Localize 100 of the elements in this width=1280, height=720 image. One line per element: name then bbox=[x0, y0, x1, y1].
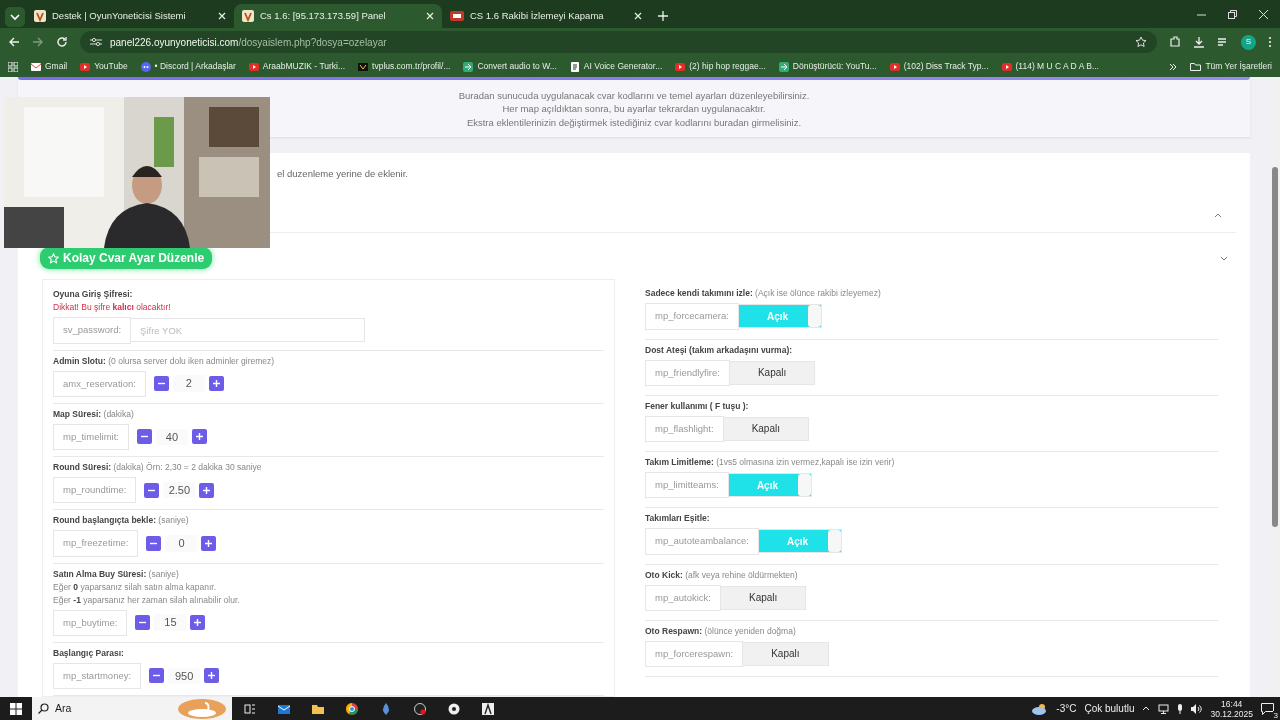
game-icon[interactable] bbox=[482, 702, 494, 715]
address-bar[interactable]: panel226.oyunyoneticisi.com/dosyaislem.php?dosya=ozelayar bbox=[80, 31, 1157, 53]
scrollbar-thumb[interactable] bbox=[1272, 167, 1278, 527]
cvar-label: amx_reservation: bbox=[53, 370, 146, 397]
minus-button[interactable] bbox=[135, 615, 151, 631]
plus-icon bbox=[203, 486, 211, 494]
info-text: Ekstra eklentilerinizin değiştirmek istediğiniz cvar kodlarını buradan girmelisiniz. bbox=[465, 115, 803, 129]
cvar-label: mp_roundtime: bbox=[53, 477, 137, 504]
forward-icon[interactable] bbox=[32, 36, 44, 48]
bookmark[interactable]: Gmail bbox=[31, 60, 68, 73]
apps-icon[interactable] bbox=[8, 61, 18, 72]
number-field[interactable]: 40 bbox=[155, 428, 188, 446]
number-field[interactable]: 15 bbox=[154, 614, 187, 631]
droplet-icon[interactable] bbox=[380, 702, 392, 715]
restore-icon[interactable] bbox=[1228, 9, 1237, 19]
setting-label: Admin Slotu: (0 olursa server dolu iken adminler giremez) bbox=[53, 354, 276, 368]
temperature-text: -3°C bbox=[1056, 702, 1077, 716]
browser-icon[interactable] bbox=[346, 702, 358, 715]
plus-button[interactable] bbox=[201, 535, 217, 551]
bookmark[interactable]: (102) Diss Track Typ... bbox=[889, 60, 989, 73]
toggle-switch[interactable]: Kapalı bbox=[743, 641, 829, 666]
new-tab-icon[interactable] bbox=[658, 11, 668, 21]
task-view-icon[interactable] bbox=[244, 702, 256, 715]
bookmark[interactable]: AraabMUZIK - Turki... bbox=[248, 60, 346, 73]
minus-button[interactable] bbox=[146, 535, 162, 551]
document-icon bbox=[569, 61, 580, 72]
minus-button[interactable] bbox=[136, 429, 152, 445]
bookmark[interactable]: tvplus.com.tr/profil/... bbox=[358, 60, 451, 73]
browser-tab[interactable]: Cs 1.6: [95.173.173.59] Panel bbox=[234, 4, 442, 28]
play-icon bbox=[675, 61, 686, 72]
browser-tab[interactable]: CS 1.6 Rakibi İzlemeyi Kapama bbox=[442, 4, 650, 28]
extensions-icon[interactable] bbox=[1169, 36, 1181, 48]
number-field[interactable]: 2.50 bbox=[163, 481, 196, 499]
network-icon[interactable] bbox=[1158, 703, 1170, 714]
volume-icon[interactable] bbox=[1191, 703, 1203, 714]
bookmark[interactable]: (114) M U C A D A B... bbox=[1001, 60, 1099, 73]
bookmark[interactable]: YouTube bbox=[80, 60, 128, 73]
help-text: Eğer 0 yaparsanız silah satın alma kapanır. bbox=[53, 580, 218, 594]
bookmark-folder[interactable]: Tüm Yer İşaretleri bbox=[1190, 60, 1272, 73]
number-field[interactable]: 950 bbox=[168, 667, 201, 685]
cvar-label: mp_limitteams: bbox=[645, 472, 729, 499]
star-icon[interactable] bbox=[1135, 36, 1147, 48]
note-text: el duzenleme yerine de eklenir. bbox=[277, 168, 408, 179]
minus-button[interactable] bbox=[153, 376, 169, 392]
toggle-switch[interactable]: Kapalı bbox=[729, 360, 816, 385]
media-icon[interactable] bbox=[1217, 36, 1229, 48]
setting-label: Round Süresi: (dakika) Örn: 2,30 = 2 dakika 30 saniye bbox=[53, 461, 263, 474]
mail-icon[interactable] bbox=[278, 702, 290, 715]
dropdown-icon[interactable] bbox=[4, 6, 26, 28]
bookmark[interactable]: Convert audio to W... bbox=[463, 60, 557, 73]
menu-icon[interactable] bbox=[1268, 36, 1272, 48]
info-text: Buradan sunucuda uygulanacak cvar kodlarını ve temel ayarları düzenleyebilirsiniz. bbox=[457, 88, 811, 102]
bookmark[interactable]: (2) hip hop reggae... bbox=[675, 60, 766, 73]
browser-tab[interactable]: Destek | OyunYoneticisi Sistemi bbox=[26, 4, 234, 28]
bookmark[interactable]: AI Voice Generator... bbox=[569, 60, 663, 73]
minus-button[interactable] bbox=[144, 482, 160, 498]
microphone-icon[interactable] bbox=[1177, 703, 1184, 714]
plus-icon bbox=[205, 539, 213, 547]
disc-icon[interactable] bbox=[448, 702, 460, 715]
download-icon[interactable] bbox=[1193, 36, 1205, 48]
play-icon bbox=[889, 61, 900, 72]
number-field[interactable]: 2 bbox=[172, 375, 205, 392]
arrow-icon bbox=[778, 61, 789, 72]
cvar-label: sv_password: bbox=[53, 317, 132, 344]
chevron-icon[interactable] bbox=[1169, 62, 1178, 71]
plus-icon bbox=[194, 619, 202, 627]
setting-label: Sadece kendi takımını izle: (Açık ise ölünce rakibi izleyemez) bbox=[645, 287, 882, 301]
tv-icon bbox=[358, 61, 369, 72]
windows-logo-icon[interactable] bbox=[10, 702, 22, 715]
record-icon[interactable] bbox=[414, 702, 426, 715]
clock[interactable]: 16:44 30.12.2025 bbox=[1210, 698, 1253, 719]
plus-button[interactable] bbox=[191, 429, 207, 445]
cvar-label: mp_forcecamera: bbox=[645, 303, 739, 330]
bookmark[interactable]: • Discord | Arkadaşlar bbox=[140, 60, 236, 73]
plus-button[interactable] bbox=[199, 482, 215, 498]
close-icon[interactable] bbox=[218, 12, 226, 20]
toggle-switch[interactable]: Kapalı bbox=[721, 585, 807, 610]
cvar-label: mp_timelimit: bbox=[53, 423, 129, 450]
close-icon[interactable] bbox=[1259, 9, 1268, 19]
plus-button[interactable] bbox=[204, 668, 220, 684]
help-text: Eğer -1 yaparsanız her zaman silah alınabilir olur. bbox=[53, 593, 241, 607]
close-icon[interactable] bbox=[426, 12, 434, 20]
setting-label: Map Süresi: (dakika) bbox=[53, 407, 135, 421]
plus-button[interactable] bbox=[208, 376, 224, 392]
plus-icon bbox=[195, 433, 203, 441]
search-field[interactable]: Ara bbox=[32, 697, 232, 720]
back-icon[interactable] bbox=[8, 36, 20, 48]
folder-icon[interactable] bbox=[312, 702, 324, 715]
password-field[interactable]: Şifre YOK bbox=[131, 318, 366, 343]
toggle-switch[interactable]: Kapalı bbox=[723, 416, 809, 441]
reload-icon[interactable] bbox=[56, 36, 68, 48]
cvar-label: mp_autoteambalance: bbox=[645, 528, 759, 555]
chevron-down-icon[interactable] bbox=[1220, 255, 1228, 261]
number-field[interactable]: 0 bbox=[165, 535, 198, 552]
plus-button[interactable] bbox=[190, 615, 206, 631]
cvar-label: mp_freezetime: bbox=[53, 530, 139, 557]
close-icon[interactable] bbox=[634, 12, 642, 20]
setting-label: Oyuna Giriş Şifresi: bbox=[53, 288, 134, 302]
bookmark[interactable]: Dönüştürücü: YouTu... bbox=[778, 60, 877, 73]
minus-button[interactable] bbox=[149, 668, 165, 684]
